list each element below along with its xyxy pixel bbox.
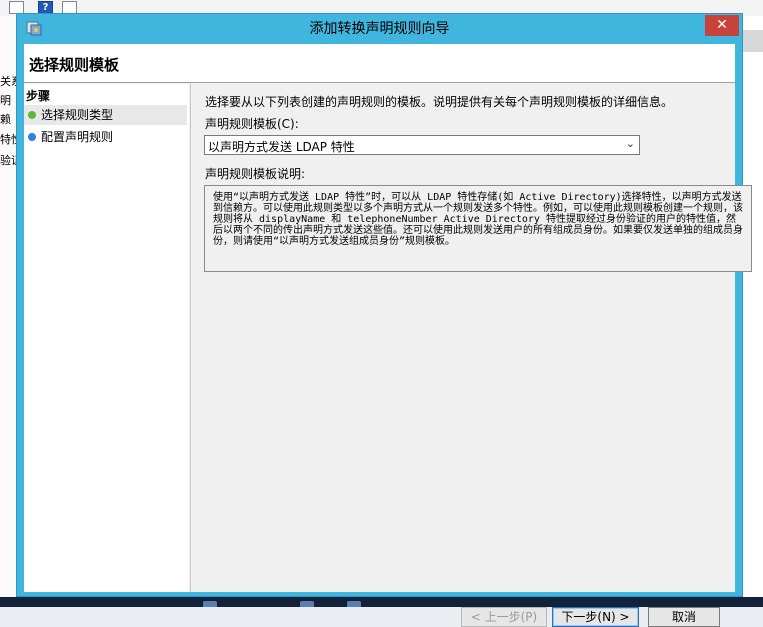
- next-button[interactable]: 下一步(N) >: [552, 607, 639, 627]
- taskbar-icon[interactable]: [347, 601, 361, 607]
- dialog-title: 添加转换声明规则向导: [309, 21, 450, 37]
- template-select[interactable]: 以声明方式发送 LDAP 特性 ⌄: [204, 135, 640, 155]
- background-right-pane: [743, 16, 763, 607]
- previous-button[interactable]: < 上一步(P): [461, 607, 547, 627]
- description-text: 使用“以声明方式发送 LDAP 特性”时，可以从 LDAP 特性存储(如 Act…: [213, 192, 743, 247]
- description-box: 使用“以声明方式发送 LDAP 特性”时，可以从 LDAP 特性存储(如 Act…: [204, 185, 752, 272]
- page-title: 选择规则模板: [29, 56, 120, 74]
- background-text: 明: [0, 94, 11, 107]
- taskbar-icon[interactable]: [203, 601, 217, 607]
- taskbar: [0, 597, 763, 607]
- description-label: 声明规则模板说明:: [205, 167, 306, 181]
- template-label: 声明规则模板(C):: [205, 117, 299, 131]
- step-select-rule-type[interactable]: 选择规则类型: [24, 105, 187, 125]
- background-left-pane: 关系 明 赖 特性 验证: [0, 16, 16, 607]
- background-text: 关系: [0, 75, 16, 88]
- main-pane: 选择要从以下列表创建的声明规则的模板。说明提供有关每个声明规则模板的详细信息。 …: [191, 84, 752, 627]
- template-select-value: 以声明方式发送 LDAP 特性: [208, 140, 355, 154]
- wizard-dialog: 添加转换声明规则向导 ✕ 选择规则模板 步骤 选择规则类型 配置声明规则 选择要…: [16, 13, 752, 627]
- step-label: 配置声明规则: [41, 130, 114, 144]
- title-bar[interactable]: 添加转换声明规则向导 ✕: [17, 14, 742, 44]
- page-header: 选择规则模板: [24, 44, 735, 83]
- background-right-header: [743, 30, 763, 52]
- steps-pane: 步骤 选择规则类型 配置声明规则: [24, 84, 189, 592]
- background-text: 赖: [0, 113, 11, 126]
- background-text: 特性: [0, 133, 16, 146]
- dialog-client-area: 选择规则模板 步骤 选择规则类型 配置声明规则 选择要从以下列表创建的声明规则的…: [24, 44, 752, 627]
- close-button[interactable]: ✕: [705, 15, 739, 36]
- step-configure-claim-rule[interactable]: 配置声明规则: [24, 127, 187, 147]
- step-current-dot-icon: [28, 111, 36, 119]
- step-pending-dot-icon: [28, 133, 36, 141]
- intro-text: 选择要从以下列表创建的声明规则的模板。说明提供有关每个声明规则模板的详细信息。: [205, 95, 674, 109]
- steps-heading: 步骤: [26, 89, 51, 103]
- chevron-down-icon[interactable]: ⌄: [626, 137, 635, 150]
- cancel-button[interactable]: 取消: [648, 607, 720, 627]
- step-label: 选择规则类型: [41, 108, 114, 122]
- taskbar-icon[interactable]: [300, 601, 314, 607]
- background-text: 验证: [0, 154, 16, 167]
